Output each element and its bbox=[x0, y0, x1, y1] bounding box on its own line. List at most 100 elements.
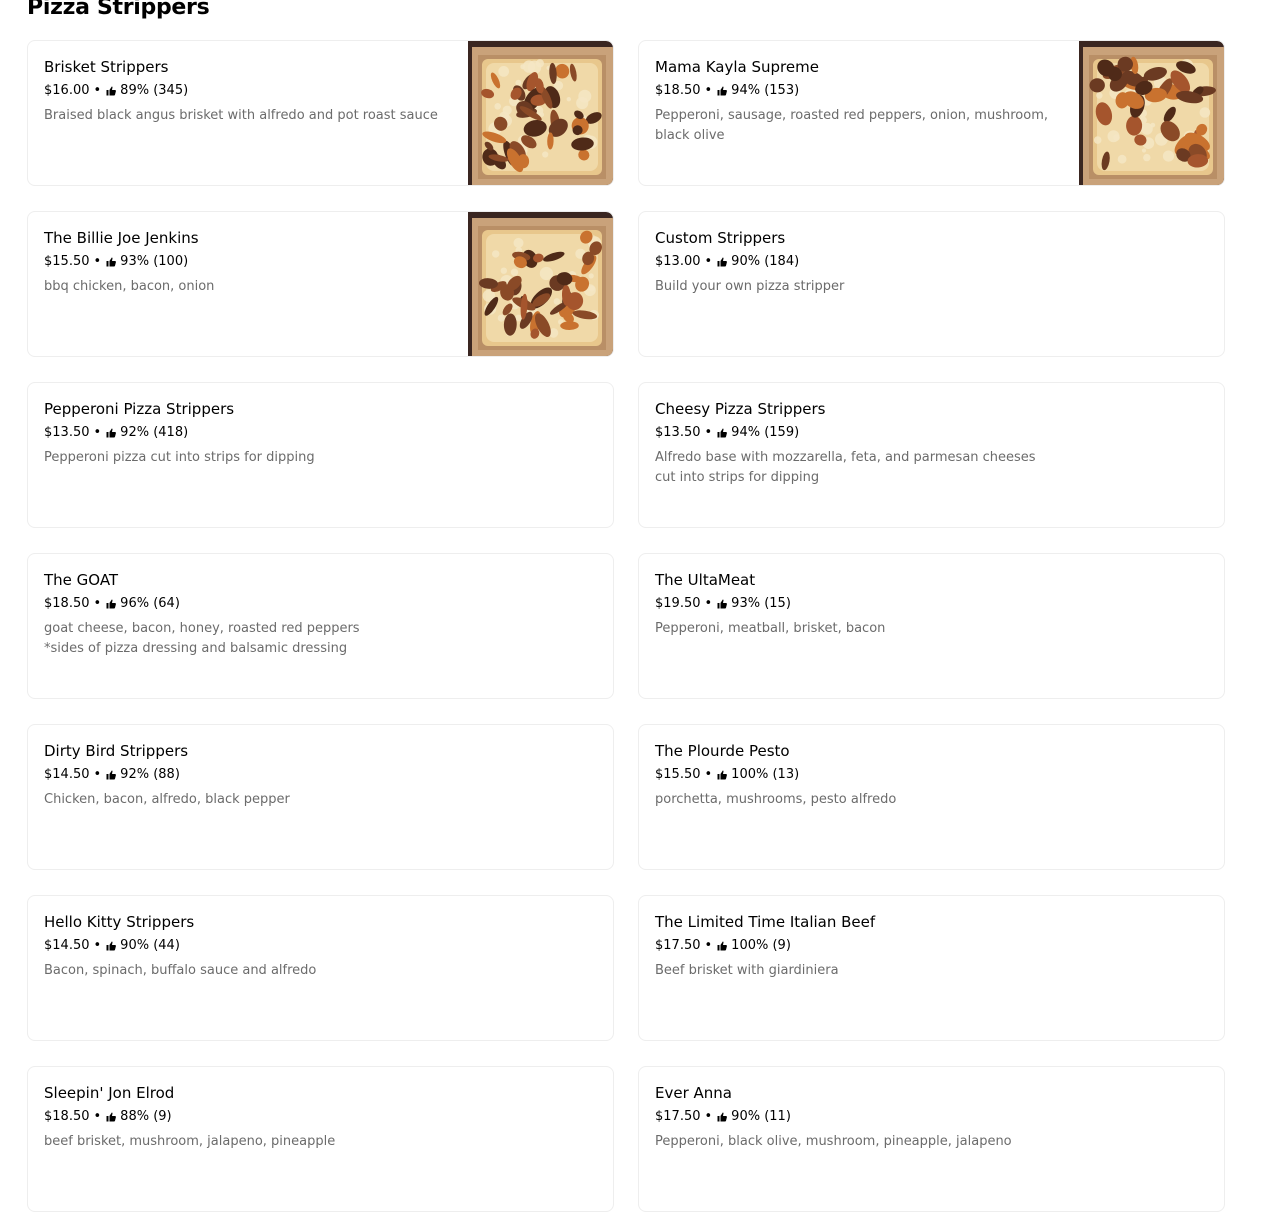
menu-item-description: Braised black angus brisket with alfredo… bbox=[44, 108, 438, 123]
menu-item-description: Build your own pizza stripper bbox=[655, 279, 845, 294]
thumbs-up-icon bbox=[716, 427, 728, 439]
menu-item-card-11[interactable]: Hello Kitty Strippers $14.50 • 90% (44) … bbox=[27, 895, 614, 1041]
menu-item-rating: 92% (418) bbox=[120, 425, 189, 440]
menu-item-card-1[interactable]: Brisket Strippers $16.00 • 89% (345) Bra… bbox=[27, 40, 614, 186]
section-title: Pizza Strippers bbox=[27, 0, 210, 20]
menu-item-card-2[interactable]: Mama Kayla Supreme $18.50 • 94% (153) Pe… bbox=[638, 40, 1225, 186]
menu-item-rating: 88% (9) bbox=[120, 1109, 172, 1124]
thumbs-up-icon bbox=[105, 598, 117, 610]
menu-item-text: Ever Anna $17.50 • 90% (11) Pepperoni, b… bbox=[655, 1083, 1208, 1152]
thumbs-up-icon bbox=[105, 427, 117, 439]
menu-item-text: Dirty Bird Strippers $14.50 • 92% (88) C… bbox=[44, 741, 597, 810]
menu-item-card-3[interactable]: The Billie Joe Jenkins $15.50 • 93% (100… bbox=[27, 211, 614, 357]
menu-item-card-14[interactable]: Ever Anna $17.50 • 90% (11) Pepperoni, b… bbox=[638, 1066, 1225, 1212]
separator-dot: • bbox=[704, 1109, 713, 1124]
menu-item-name: Cheesy Pizza Strippers bbox=[655, 400, 826, 418]
menu-item-card-10[interactable]: The Plourde Pesto $15.50 • 100% (13) por… bbox=[638, 724, 1225, 870]
separator-dot: • bbox=[704, 938, 713, 953]
menu-item-card-8[interactable]: The UltaMeat $19.50 • 93% (15) Pepperoni… bbox=[638, 553, 1225, 699]
menu-item-card-7[interactable]: The GOAT $18.50 • 96% (64) goat cheese, … bbox=[27, 553, 614, 699]
menu-item-text: Pepperoni Pizza Strippers $13.50 • 92% (… bbox=[44, 399, 597, 468]
menu-item-card-6[interactable]: Cheesy Pizza Strippers $13.50 • 94% (159… bbox=[638, 382, 1225, 528]
menu-item-text: Cheesy Pizza Strippers $13.50 • 94% (159… bbox=[655, 399, 1208, 488]
menu-item-rating: 89% (345) bbox=[120, 83, 189, 98]
thumbs-up-icon bbox=[716, 769, 728, 781]
menu-item-meta: $14.50 • 90% (44) bbox=[44, 937, 597, 955]
separator-dot: • bbox=[704, 254, 713, 269]
menu-item-name: Sleepin' Jon Elrod bbox=[44, 1084, 175, 1102]
menu-item-rating: 93% (100) bbox=[120, 254, 189, 269]
separator-dot: • bbox=[704, 83, 713, 98]
separator-dot: • bbox=[704, 596, 713, 611]
menu-item-rating: 90% (184) bbox=[731, 254, 800, 269]
menu-item-name: Dirty Bird Strippers bbox=[44, 742, 189, 760]
menu-item-name: The GOAT bbox=[44, 571, 119, 589]
separator-dot: • bbox=[704, 767, 713, 782]
menu-item-meta: $15.50 • 93% (100) bbox=[44, 253, 443, 271]
menu-item-card-13[interactable]: Sleepin' Jon Elrod $18.50 • 88% (9) beef… bbox=[27, 1066, 614, 1212]
menu-item-rating: 93% (15) bbox=[731, 596, 791, 611]
menu-item-price: $17.50 bbox=[655, 1109, 701, 1124]
thumbs-up-icon bbox=[716, 598, 728, 610]
menu-item-rating: 94% (159) bbox=[731, 425, 800, 440]
menu-item-text: Mama Kayla Supreme $18.50 • 94% (153) Pe… bbox=[655, 57, 1054, 146]
menu-item-meta: $14.50 • 92% (88) bbox=[44, 766, 597, 784]
menu-item-text: Hello Kitty Strippers $14.50 • 90% (44) … bbox=[44, 912, 597, 981]
separator-dot: • bbox=[93, 254, 102, 269]
menu-item-image[interactable] bbox=[468, 41, 613, 185]
menu-item-card-4[interactable]: Custom Strippers $13.00 • 90% (184) Buil… bbox=[638, 211, 1225, 357]
menu-item-price: $13.50 bbox=[44, 425, 90, 440]
separator-dot: • bbox=[704, 425, 713, 440]
menu-item-card-12[interactable]: The Limited Time Italian Beef $17.50 • 1… bbox=[638, 895, 1225, 1041]
menu-item-price: $18.50 bbox=[44, 1109, 90, 1124]
menu-item-description: goat cheese, bacon, honey, roasted red p… bbox=[44, 621, 360, 656]
thumbs-up-icon bbox=[105, 940, 117, 952]
menu-item-name: Brisket Strippers bbox=[44, 58, 169, 76]
thumbs-up-icon bbox=[105, 769, 117, 781]
menu-item-meta: $16.00 • 89% (345) bbox=[44, 82, 443, 100]
menu-item-meta: $18.50 • 88% (9) bbox=[44, 1108, 597, 1126]
menu-item-description: Chicken, bacon, alfredo, black pepper bbox=[44, 792, 290, 807]
menu-item-text: Custom Strippers $13.00 • 90% (184) Buil… bbox=[655, 228, 1208, 297]
menu-item-meta: $17.50 • 90% (11) bbox=[655, 1108, 1208, 1126]
menu-item-description: beef brisket, mushroom, jalapeno, pineap… bbox=[44, 1134, 336, 1149]
separator-dot: • bbox=[93, 767, 102, 782]
menu-item-description: Pepperoni, meatball, brisket, bacon bbox=[655, 621, 886, 636]
menu-item-description: Pepperoni, sausage, roasted red peppers,… bbox=[655, 108, 1048, 143]
menu-item-card-5[interactable]: Pepperoni Pizza Strippers $13.50 • 92% (… bbox=[27, 382, 614, 528]
menu-item-price: $15.50 bbox=[655, 767, 701, 782]
menu-item-text: The Limited Time Italian Beef $17.50 • 1… bbox=[655, 912, 1208, 981]
menu-item-description: bbq chicken, bacon, onion bbox=[44, 279, 215, 294]
menu-item-name: Hello Kitty Strippers bbox=[44, 913, 195, 931]
menu-item-name: The Plourde Pesto bbox=[655, 742, 790, 760]
menu-item-image[interactable] bbox=[468, 212, 613, 356]
menu-item-meta: $13.50 • 92% (418) bbox=[44, 424, 597, 442]
menu-item-rating: 96% (64) bbox=[120, 596, 180, 611]
menu-item-text: Brisket Strippers $16.00 • 89% (345) Bra… bbox=[44, 57, 443, 126]
menu-item-price: $19.50 bbox=[655, 596, 701, 611]
menu-item-price: $13.50 bbox=[655, 425, 701, 440]
menu-item-text: The UltaMeat $19.50 • 93% (15) Pepperoni… bbox=[655, 570, 1208, 639]
menu-item-meta: $13.00 • 90% (184) bbox=[655, 253, 1208, 271]
menu-item-description: Pepperoni pizza cut into strips for dipp… bbox=[44, 450, 315, 465]
menu-item-card-9[interactable]: Dirty Bird Strippers $14.50 • 92% (88) C… bbox=[27, 724, 614, 870]
menu-item-price: $14.50 bbox=[44, 767, 90, 782]
menu-item-meta: $17.50 • 100% (9) bbox=[655, 937, 1208, 955]
menu-item-text: The GOAT $18.50 • 96% (64) goat cheese, … bbox=[44, 570, 597, 659]
menu-item-price: $13.00 bbox=[655, 254, 701, 269]
menu-item-rating: 92% (88) bbox=[120, 767, 180, 782]
menu-item-rating: 100% (13) bbox=[731, 767, 800, 782]
menu-item-price: $16.00 bbox=[44, 83, 90, 98]
menu-item-text: The Billie Joe Jenkins $15.50 • 93% (100… bbox=[44, 228, 443, 297]
menu-item-price: $18.50 bbox=[44, 596, 90, 611]
menu-item-price: $17.50 bbox=[655, 938, 701, 953]
menu-item-name: The Limited Time Italian Beef bbox=[655, 913, 876, 931]
menu-item-image[interactable] bbox=[1079, 41, 1224, 185]
separator-dot: • bbox=[93, 83, 102, 98]
menu-item-text: The Plourde Pesto $15.50 • 100% (13) por… bbox=[655, 741, 1208, 810]
separator-dot: • bbox=[93, 596, 102, 611]
menu-item-description: Pepperoni, black olive, mushroom, pineap… bbox=[655, 1134, 1012, 1149]
menu-item-meta: $13.50 • 94% (159) bbox=[655, 424, 1208, 442]
menu-item-meta: $15.50 • 100% (13) bbox=[655, 766, 1208, 784]
menu-item-name: Ever Anna bbox=[655, 1084, 732, 1102]
